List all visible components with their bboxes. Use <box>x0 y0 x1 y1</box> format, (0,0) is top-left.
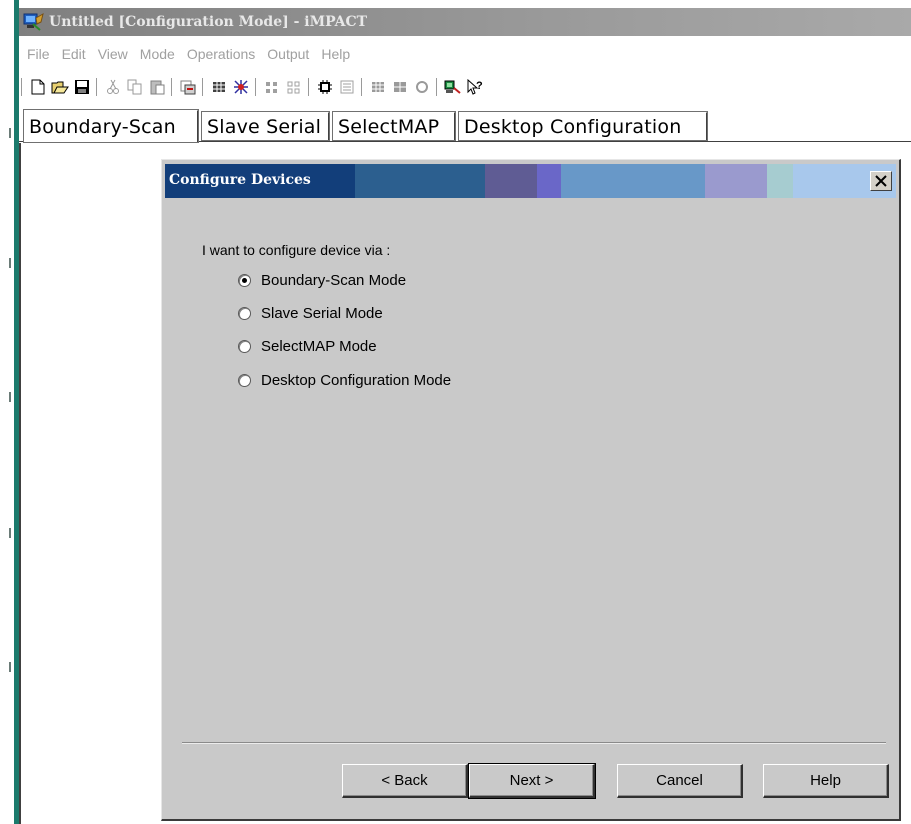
cable-icon[interactable] <box>443 78 463 96</box>
option-boundary-scan[interactable]: Boundary-Scan Mode <box>238 272 406 289</box>
toolbar-separator <box>308 78 309 96</box>
menu-file[interactable]: File <box>27 46 50 62</box>
titlebar-segment <box>561 164 705 198</box>
grid-alt-icon[interactable] <box>284 78 304 96</box>
svg-text:?: ? <box>476 80 483 92</box>
radio-button[interactable] <box>238 274 251 287</box>
menu-edit[interactable]: Edit <box>62 46 86 62</box>
configure-devices-dialog: Configure Devices I want to configure de… <box>161 159 901 821</box>
close-icon <box>875 175 887 187</box>
option-selectmap[interactable]: SelectMAP Mode <box>238 338 377 355</box>
impact-app-icon[interactable] <box>23 12 45 32</box>
dialog-title: Configure Devices <box>169 172 311 188</box>
tab-selectmap[interactable]: SelectMAP <box>332 111 456 141</box>
edge-mark <box>9 662 11 672</box>
toolbar-separator <box>96 78 97 96</box>
titlebar-segment <box>355 164 485 198</box>
edge-mark <box>9 392 11 402</box>
mode-tabs: Boundary-Scan Slave Serial SelectMAP Des… <box>19 109 911 143</box>
edge-mark <box>9 528 11 538</box>
toolbar-separator <box>361 78 362 96</box>
help-button[interactable]: Help <box>763 764 889 798</box>
copy-icon[interactable] <box>125 78 145 96</box>
titlebar-segment <box>705 164 767 198</box>
option-desktop-configuration[interactable]: Desktop Configuration Mode <box>238 372 451 389</box>
debug-icon[interactable] <box>231 78 251 96</box>
window-titlebar[interactable]: Untitled [Configuration Mode] - iMPACT <box>19 8 911 36</box>
menu-output[interactable]: Output <box>267 46 309 62</box>
dialog-titlebar[interactable]: Configure Devices <box>165 164 896 198</box>
menu-operations[interactable]: Operations <box>187 46 255 62</box>
option-label: Slave Serial Mode <box>261 305 383 322</box>
menu-bar: File Edit View Mode Operations Output He… <box>19 43 911 65</box>
option-label: SelectMAP Mode <box>261 338 377 355</box>
radio-button[interactable] <box>238 340 251 353</box>
toolbar-separator <box>436 78 437 96</box>
toolbar-separator <box>255 78 256 96</box>
disconnect-icon[interactable] <box>390 78 410 96</box>
option-slave-serial[interactable]: Slave Serial Mode <box>238 305 383 322</box>
titlebar-segment <box>485 164 537 198</box>
program-icon[interactable] <box>178 78 198 96</box>
edge-mark <box>9 258 11 268</box>
option-label: Desktop Configuration Mode <box>261 372 452 389</box>
context-help-icon[interactable]: ? <box>465 78 485 96</box>
impact-window: Untitled [Configuration Mode] - iMPACT F… <box>0 0 911 824</box>
chip-icon[interactable] <box>315 78 335 96</box>
option-label: Boundary-Scan Mode <box>261 272 407 289</box>
list-icon[interactable] <box>337 78 357 96</box>
background-app-edge <box>0 0 14 824</box>
toolbar-separator <box>21 78 22 96</box>
window-title: Untitled [Configuration Mode] - iMPACT <box>49 14 368 30</box>
connect-icon[interactable] <box>368 78 388 96</box>
grid-icon[interactable] <box>262 78 282 96</box>
back-button[interactable]: < Back <box>342 764 468 798</box>
toolbar: ? <box>19 75 911 99</box>
open-folder-icon[interactable] <box>50 78 70 96</box>
tab-desktop-configuration[interactable]: Desktop Configuration <box>458 111 708 141</box>
save-icon[interactable] <box>72 78 92 96</box>
titlebar-segment <box>767 164 793 198</box>
toolbar-separator <box>171 78 172 96</box>
toolbar-separator <box>202 78 203 96</box>
button-separator <box>182 743 886 744</box>
new-file-icon[interactable] <box>28 78 48 96</box>
menu-mode[interactable]: Mode <box>140 46 175 62</box>
menu-view[interactable]: View <box>98 46 128 62</box>
tab-boundary-scan[interactable]: Boundary-Scan <box>23 109 199 143</box>
cancel-button[interactable]: Cancel <box>617 764 743 798</box>
tab-slave-serial[interactable]: Slave Serial <box>201 111 330 141</box>
radio-button[interactable] <box>238 374 251 387</box>
radio-button[interactable] <box>238 307 251 320</box>
menu-help[interactable]: Help <box>321 46 350 62</box>
titlebar-segment <box>537 164 561 198</box>
close-button[interactable] <box>870 171 892 191</box>
paste-icon[interactable] <box>147 78 167 96</box>
refresh-icon[interactable] <box>412 78 432 96</box>
chain-icon[interactable] <box>209 78 229 96</box>
cut-icon[interactable] <box>103 78 123 96</box>
next-button[interactable]: Next > <box>468 763 596 799</box>
configure-prompt: I want to configure device via : <box>202 242 391 258</box>
edge-mark <box>9 128 11 138</box>
